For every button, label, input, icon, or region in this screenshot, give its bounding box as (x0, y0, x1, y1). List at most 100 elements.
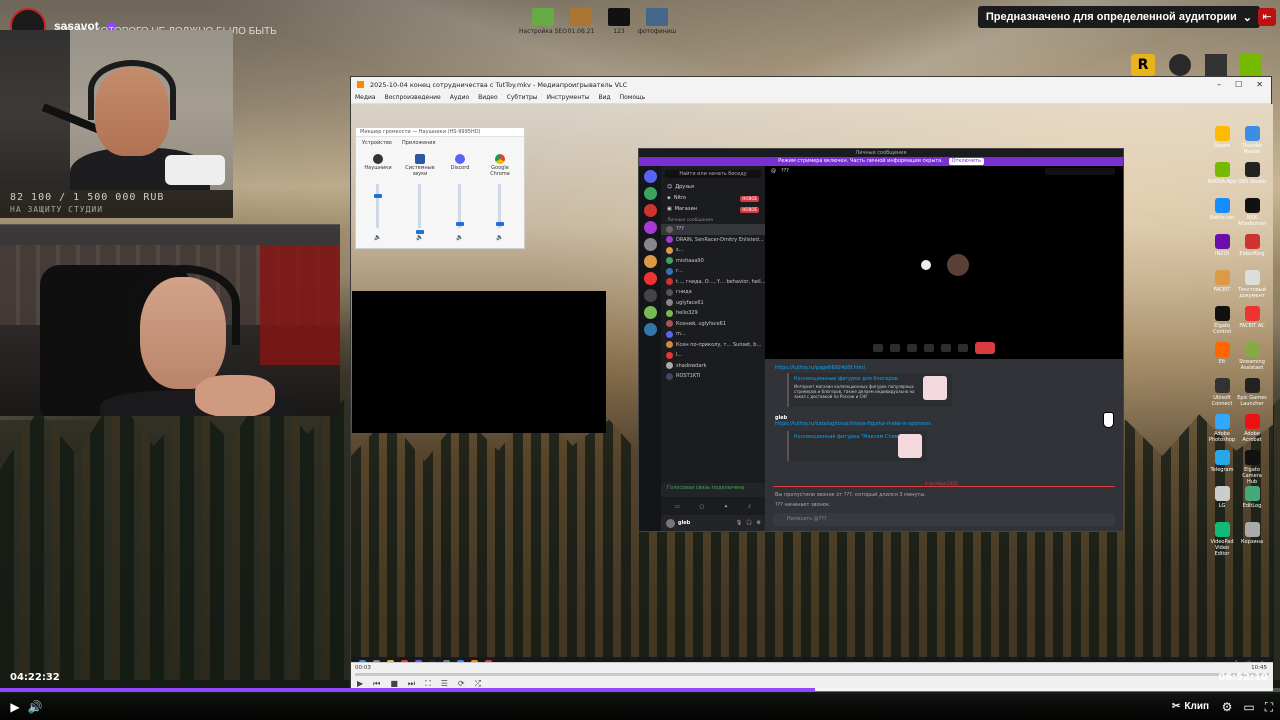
menu-audio[interactable]: Аудио (450, 94, 469, 101)
server-icon[interactable] (643, 204, 657, 217)
volume-button[interactable]: 🔊 (28, 698, 43, 716)
menu-view[interactable]: Вид (599, 94, 611, 101)
dm-search[interactable]: Найти или начать беседу (665, 170, 761, 178)
dm-item[interactable]: гнида (661, 287, 765, 298)
desktop-icon[interactable]: NSX Afterburner (1237, 198, 1267, 227)
maximize-icon[interactable]: ☐ (1235, 80, 1242, 89)
menu-subtitles[interactable]: Субтитры (507, 94, 538, 101)
player-seekbar[interactable] (0, 688, 1280, 692)
desktop-icon[interactable]: Adobe Acrobat (1237, 414, 1267, 443)
activity-icon[interactable] (924, 344, 934, 352)
message-link[interactable]: https://tuttoy.ru/catalog/tovar/inlaya-f… (775, 421, 1113, 427)
desktop-icon[interactable]: Battle.net (1207, 198, 1237, 221)
fullscreen-button[interactable]: ⛶ (1262, 698, 1276, 716)
desktop-icon[interactable]: NVIDIA App (1207, 162, 1237, 185)
desktop-icon[interactable]: OBS Studio (1237, 162, 1267, 185)
volume-slider[interactable] (496, 222, 504, 226)
dm-item[interactable]: r… (661, 266, 765, 277)
close-icon[interactable]: ✕ (1256, 80, 1263, 89)
menu-tools[interactable]: Инструменты (547, 94, 590, 101)
dm-item[interactable]: shadowdark (661, 361, 765, 372)
menu-video[interactable]: Видео (478, 94, 498, 101)
screen-share-icon[interactable] (907, 344, 917, 352)
desktop-icon[interactable]: Epic Games Launcher (1237, 378, 1267, 407)
speaker-icon[interactable]: 🔈 (456, 234, 463, 241)
camera-icon[interactable] (890, 344, 900, 352)
desktop-icon[interactable]: VideoPad Video Editor (1207, 522, 1237, 557)
gear-icon[interactable]: ⚙ (757, 520, 761, 526)
soundboard-icon[interactable]: ♪ (748, 504, 751, 510)
server-icon[interactable] (643, 272, 657, 285)
dm-item[interactable]: ROST1KTI (661, 371, 765, 382)
minimize-icon[interactable]: – (1217, 80, 1221, 89)
server-icon[interactable] (643, 306, 657, 319)
play-button[interactable]: ▶ (8, 698, 22, 716)
speaker-icon[interactable]: 🔈 (416, 234, 423, 241)
voice-status[interactable]: Голосовая связь подключена (661, 483, 765, 497)
dm-item[interactable]: l… (661, 350, 765, 361)
volume-slider[interactable] (456, 222, 464, 226)
vlc-seekbar[interactable] (355, 673, 1269, 676)
nvidia-icon[interactable] (1240, 54, 1262, 76)
message-link[interactable]: https://tuttoy.ru/page66924d0f.html (775, 365, 1113, 371)
desktop-icon[interactable]: Telegram (1207, 450, 1237, 473)
nav-shop[interactable]: ▣ Магазин НОВОЕ (661, 204, 765, 215)
desktop-icon[interactable]: Elgato Control (1207, 306, 1237, 335)
nav-friends[interactable]: ☺ Друзья (661, 182, 765, 193)
dm-item[interactable]: uglyface61 (661, 298, 765, 309)
mixer-channel[interactable]: Discord 🔈 (442, 142, 478, 241)
desktop-icon[interactable]: фотофиниш (632, 8, 682, 35)
volume-mixer[interactable]: Микшер громкости — Наушники (HS-9995HD) … (355, 127, 525, 249)
disable-streamer-mode-button[interactable]: Отключить (948, 158, 984, 165)
mixer-channel[interactable]: Google Chrome 🔈 (482, 142, 518, 241)
desktop-icon[interactable]: EditLog (1237, 486, 1267, 509)
dm-item[interactable]: DRAIN, SenRacer-Dmitry Enlisted… (661, 235, 765, 246)
link-embed[interactable]: Коллекционная фигурка "Максим Стимо… (787, 431, 927, 461)
desktop-icon[interactable]: Adobe Photoshop (1207, 414, 1237, 443)
menu-playback[interactable]: Воспроизведение (385, 94, 441, 101)
dm-item[interactable]: ??? (661, 224, 765, 235)
menu-media[interactable]: Медиа (355, 94, 376, 101)
soundboard-icon[interactable] (941, 344, 951, 352)
steam-icon[interactable] (1169, 54, 1191, 76)
rockstar-icon[interactable]: R (1131, 54, 1155, 76)
nav-nitro[interactable]: ◈ Nitro НОВОЕ (661, 193, 765, 204)
desktop-icon[interactable]: Streaming Assistant (1237, 342, 1267, 371)
discord-window[interactable]: Личные сообщения Режим стримера включен.… (638, 148, 1124, 532)
speaker-icon[interactable]: 🔈 (496, 234, 503, 241)
dm-item[interactable]: mistiaaa90 (661, 256, 765, 267)
more-icon[interactable] (958, 344, 968, 352)
desktop-icon[interactable]: Steam (1207, 126, 1237, 149)
camera-icon[interactable]: ▭ (675, 504, 680, 510)
desktop-icon[interactable]: FACEIT AC (1237, 306, 1267, 329)
dm-item[interactable]: Ксений, uglyface61 (661, 319, 765, 330)
vlc-video-area[interactable]: Микшер громкости — Наушники (HS-9995HD) … (351, 104, 1273, 664)
server-icon[interactable] (643, 187, 657, 200)
volume-slider[interactable] (374, 194, 382, 198)
dm-item[interactable]: m… (661, 329, 765, 340)
audience-button[interactable]: Предназначено для определенной аудитории… (977, 6, 1260, 28)
dm-item[interactable]: hello329 (661, 308, 765, 319)
desktop-icon[interactable]: EldenRing (1237, 234, 1267, 257)
dm-item[interactable]: s… (661, 245, 765, 256)
vlc-titlebar[interactable]: 2025-10-04 конец сотрудничества с TutToy… (351, 77, 1271, 92)
desktop-icon[interactable]: Ubisoft Connect (1207, 378, 1237, 407)
discord-home-icon[interactable] (643, 170, 657, 183)
avatar[interactable] (666, 518, 675, 528)
theatre-mode-button[interactable]: ▭ (1242, 698, 1256, 716)
desktop-icon[interactable]: FACEIT (1207, 270, 1237, 293)
search-input[interactable] (1045, 168, 1115, 175)
headset-icon[interactable]: 🎧 (746, 520, 752, 526)
mic-icon[interactable]: 🎙 (736, 520, 742, 526)
settings-button[interactable]: ⚙ (1220, 698, 1234, 716)
link-embed[interactable]: Коллекционные фигурки для блогеров. Инте… (787, 373, 952, 407)
menu-help[interactable]: Помощь (620, 94, 646, 101)
desktop-icon[interactable]: Текстовый документ (1237, 270, 1267, 299)
app-icon[interactable] (1205, 54, 1227, 76)
mixer-channel[interactable]: Наушники 🔈 (360, 142, 396, 241)
mic-icon[interactable] (873, 344, 883, 352)
end-call-button[interactable] (975, 342, 995, 354)
desktop-icon[interactable]: Корзина (1237, 522, 1267, 545)
desktop-icon[interactable]: LG (1207, 486, 1237, 509)
dm-item[interactable]: t..., гнида, O…, Y… behavior, heil… (661, 277, 765, 288)
